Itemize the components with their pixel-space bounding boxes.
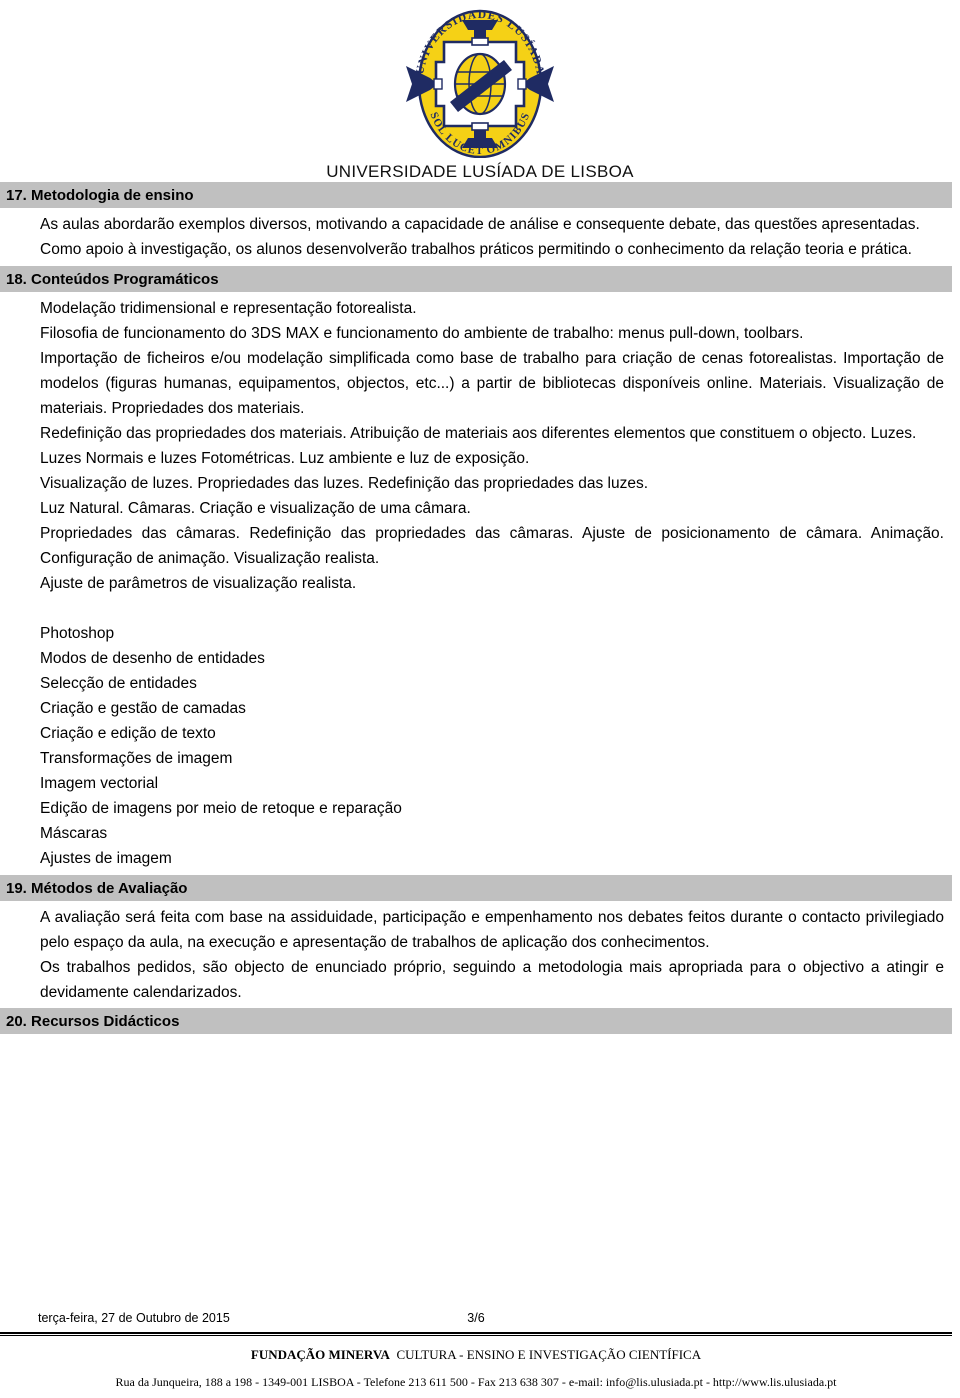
paragraph: Ajuste de parâmetros de visualização rea… — [40, 575, 357, 592]
section-band-17: 17. Metodologia de ensino — [0, 182, 952, 208]
section-body-18: Modelação tridimensional e representação… — [0, 292, 952, 871]
footer-organisation-rest: CULTURA - ENSINO E INVESTIGAÇÃO CIENTÍFI… — [396, 1347, 702, 1362]
list-item: Imagem vectorial — [40, 775, 159, 792]
list-item: Photoshop — [40, 625, 115, 642]
paragraph: Modelação tridimensional e representação… — [40, 300, 417, 317]
paragraph: Filosofia de funcionamento do 3DS MAX e … — [40, 325, 804, 342]
paragraph: Luzes Normais e luzes Fotométricas. Luz … — [40, 450, 530, 467]
list-item: Transformações de imagem — [40, 750, 233, 767]
document-header: · UNIVERSIDADES LUSÍADA · SOL LUCET OMNI… — [0, 0, 960, 182]
section-title-19: 19. Métodos de Avaliação — [6, 879, 188, 897]
paragraph: Os trabalhos pedidos, são objecto de enu… — [40, 959, 944, 1001]
university-seal-logo: · UNIVERSIDADES LUSÍADA · SOL LUCET OMNI… — [400, 6, 560, 158]
paragraph: As aulas abordarão exemplos diversos, mo… — [40, 216, 920, 233]
organisation-title: UNIVERSIDADE LUSÍADA DE LISBOA — [326, 162, 634, 181]
document-footer: terça-feira, 27 de Outubro de 2015 3/6 F… — [0, 1309, 960, 1398]
paragraph: A avaliação será feita com base na assid… — [40, 909, 944, 951]
section-band-18: 18. Conteúdos Programáticos — [0, 266, 952, 292]
paragraph: Propriedades das câmaras. Redefinição da… — [40, 525, 944, 567]
section-body-17: As aulas abordarão exemplos diversos, mo… — [0, 208, 952, 262]
footer-divider-thin — [0, 1335, 952, 1336]
paragraph: Redefinição das propriedades dos materia… — [40, 425, 917, 442]
paragraph: Visualização de luzes. Propriedades das … — [40, 475, 649, 492]
list-item: Selecção de entidades — [40, 675, 197, 692]
paragraph: Luz Natural. Câmaras. Criação e visualiz… — [40, 500, 471, 517]
section-body-19: A avaliação será feita com base na assid… — [0, 901, 952, 1005]
section-title-18: 18. Conteúdos Programáticos — [6, 270, 219, 288]
list-item: Criação e edição de texto — [40, 725, 216, 742]
footer-address: Rua da Junqueira, 188 a 198 - 1349-001 L… — [115, 1375, 837, 1389]
list-item: Máscaras — [40, 825, 108, 842]
section-band-20: 20. Recursos Didácticos — [0, 1008, 952, 1034]
footer-organisation-bold: FUNDAÇÃO MINERVA — [250, 1347, 390, 1362]
section-title-17: 17. Metodologia de ensino — [6, 186, 194, 204]
paragraph: Como apoio à investigação, os alunos des… — [40, 241, 912, 258]
section-band-19: 19. Métodos de Avaliação — [0, 875, 952, 901]
list-item: Criação e gestão de camadas — [40, 700, 246, 717]
section-title-20: 20. Recursos Didácticos — [6, 1012, 180, 1030]
paragraph: Importação de ficheiros e/ou modelação s… — [40, 350, 944, 417]
footer-meta-row: terça-feira, 27 de Outubro de 2015 3/6 — [0, 1309, 952, 1331]
footer-divider-thick — [0, 1332, 952, 1334]
list-item: Modos de desenho de entidades — [40, 650, 265, 667]
list-item: Edição de imagens por meio de retoque e … — [40, 800, 402, 817]
footer-page-number: 3/6 — [467, 1311, 485, 1325]
list-item: Ajustes de imagem — [40, 850, 172, 867]
footer-organisation: FUNDAÇÃO MINERVA CULTURA - ENSINO E INVE… — [0, 1347, 952, 1363]
